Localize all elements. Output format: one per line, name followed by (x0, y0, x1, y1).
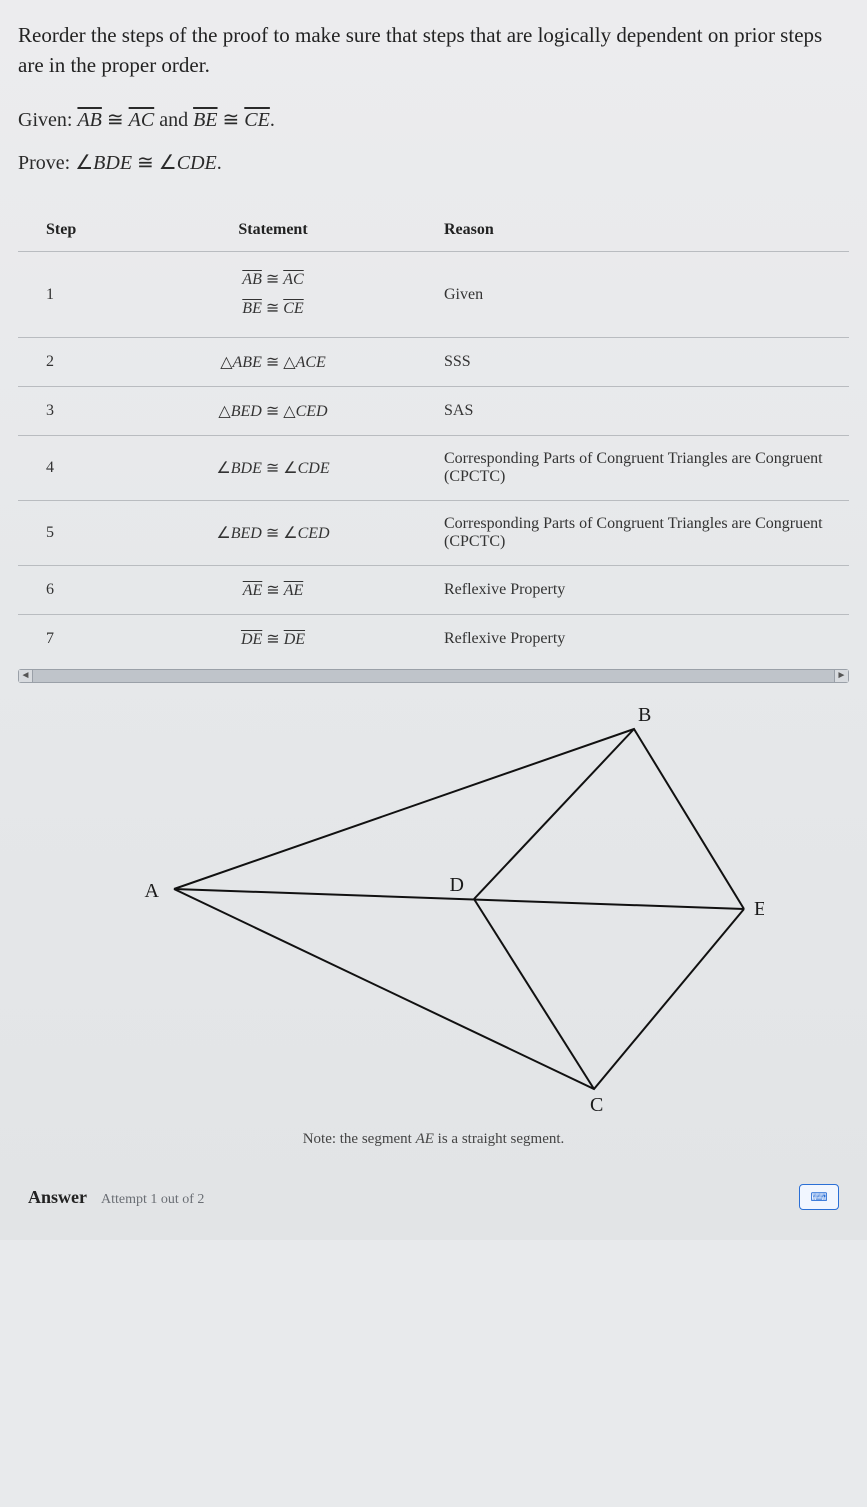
label-D: D (449, 874, 463, 896)
cell-step: 6 (18, 566, 108, 615)
cell-statement: AB ≅ ACBE ≅ CE (108, 251, 438, 338)
cell-statement: △BED ≅ △CED (108, 387, 438, 436)
cell-statement: △ABE ≅ △ACE (108, 338, 438, 387)
keyboard-icon: ⌨ (810, 1190, 827, 1205)
answer-block: Answer Attempt 1 out of 2 (28, 1187, 204, 1208)
table-row[interactable]: 3△BED ≅ △CEDSAS (18, 387, 849, 436)
cell-reason: Given (438, 251, 849, 338)
proof-table-body: 1AB ≅ ACBE ≅ CEGiven2△ABE ≅ △ACESSS3△BED… (18, 251, 849, 663)
prove-line: Prove: ∠BDE ≅ ∠CDE. (18, 150, 849, 175)
prove-math: ∠BDE ≅ ∠CDE. (75, 152, 222, 174)
attempt-text: Attempt 1 out of 2 (101, 1192, 204, 1207)
cell-reason: SSS (438, 338, 849, 387)
keypad-button[interactable]: ⌨ (799, 1184, 839, 1210)
cell-step: 2 (18, 338, 108, 387)
col-header-statement: Statement (108, 211, 438, 252)
cell-statement: DE ≅ DE (108, 615, 438, 664)
prove-label: Prove: (18, 152, 75, 174)
cell-step: 4 (18, 436, 108, 501)
label-A: A (144, 880, 159, 902)
cell-reason: SAS (438, 387, 849, 436)
given-math: AB ≅ AC and BE ≅ CE. (77, 109, 274, 131)
col-header-reason: Reason (438, 211, 849, 252)
label-C: C (590, 1094, 603, 1116)
cell-reason: Corresponding Parts of Congruent Triangl… (438, 501, 849, 566)
page: Reorder the steps of the proof to make s… (0, 0, 867, 1240)
label-B: B (638, 704, 651, 726)
cell-reason: Reflexive Property (438, 566, 849, 615)
cell-reason: Reflexive Property (438, 615, 849, 664)
table-row[interactable]: 1AB ≅ ACBE ≅ CEGiven (18, 251, 849, 338)
instructions-text: Reorder the steps of the proof to make s… (18, 20, 849, 81)
table-row[interactable]: 7DE ≅ DEReflexive Property (18, 615, 849, 664)
label-E: E (754, 898, 764, 920)
cell-statement: ∠BDE ≅ ∠CDE (108, 436, 438, 501)
cell-step: 1 (18, 251, 108, 338)
cell-statement: ∠BED ≅ ∠CED (108, 501, 438, 566)
table-row[interactable]: 2△ABE ≅ △ACESSS (18, 338, 849, 387)
figure-note: Note: the segment AE is a straight segme… (18, 1131, 849, 1148)
proof-table: Step Statement Reason 1AB ≅ ACBE ≅ CEGiv… (18, 211, 849, 664)
scroll-left-icon[interactable]: ◄ (19, 670, 33, 682)
cell-reason: Corresponding Parts of Congruent Triangl… (438, 436, 849, 501)
cell-step: 7 (18, 615, 108, 664)
answer-row: Answer Attempt 1 out of 2 ⌨ (18, 1184, 849, 1210)
proof-table-wrap: Step Statement Reason 1AB ≅ ACBE ≅ CEGiv… (18, 211, 849, 684)
table-row[interactable]: 6AE ≅ AEReflexive Property (18, 566, 849, 615)
cell-step: 5 (18, 501, 108, 566)
edge-db (474, 729, 634, 899)
edge-ac-ce (174, 889, 744, 1089)
answer-label: Answer (28, 1187, 87, 1207)
horizontal-scrollbar[interactable]: ◄ ► (18, 669, 849, 683)
table-row[interactable]: 4∠BDE ≅ ∠CDECorresponding Parts of Congr… (18, 436, 849, 501)
table-header-row: Step Statement Reason (18, 211, 849, 252)
figure-svg: A B C D E (104, 699, 764, 1119)
scroll-right-icon[interactable]: ► (834, 670, 848, 682)
given-line: Given: AB ≅ AC and BE ≅ CE. (18, 107, 849, 132)
col-header-step: Step (18, 211, 108, 252)
given-label: Given: (18, 109, 77, 131)
geometry-figure: A B C D E (18, 699, 849, 1119)
cell-statement: AE ≅ AE (108, 566, 438, 615)
table-row[interactable]: 5∠BED ≅ ∠CEDCorresponding Parts of Congr… (18, 501, 849, 566)
cell-step: 3 (18, 387, 108, 436)
